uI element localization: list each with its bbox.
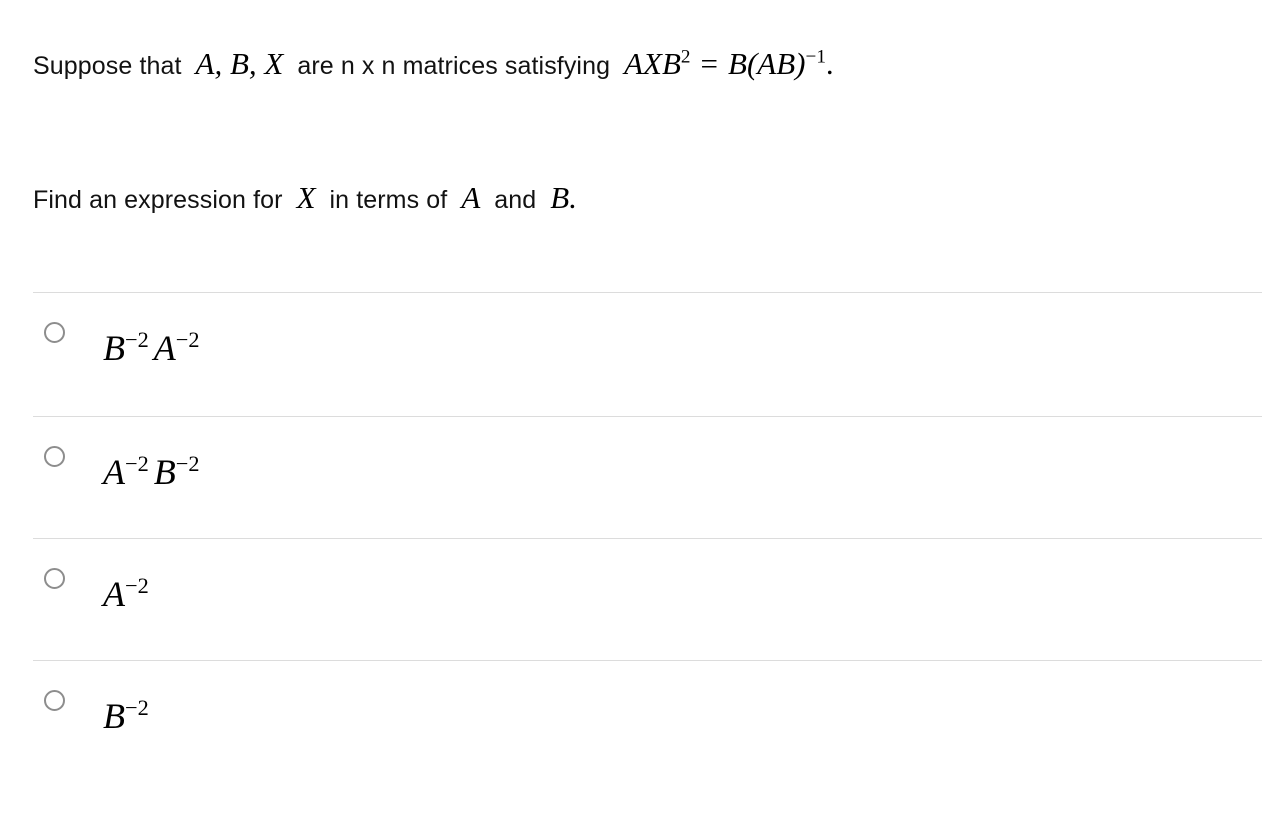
equation-lhs-base: AXB xyxy=(624,46,681,81)
stem-math-variables: A, B, X xyxy=(195,46,284,81)
option-1-term-1-base: B xyxy=(103,328,125,368)
option-3-term-1-base: A xyxy=(103,574,125,614)
stem-text-matrices: are n x n matrices satisfying xyxy=(297,52,611,80)
stem-text-and: and xyxy=(494,186,537,214)
option-4-term-1-exponent: −2 xyxy=(125,695,149,720)
stem-text-suppose: Suppose that xyxy=(33,52,182,80)
option-1-term-1-exponent: −2 xyxy=(125,327,149,352)
answer-option-3[interactable]: A−2 xyxy=(33,539,1262,660)
answer-option-1-formula: B−2 A−2 xyxy=(103,328,200,368)
answer-option-1[interactable]: B−2 A−2 xyxy=(33,293,1262,416)
answer-options-list: B−2 A−2 A−2 B−2 A−2 B−2 xyxy=(33,292,1262,781)
option-2-term-2-exponent: −2 xyxy=(175,451,200,476)
option-2-term-2: B−2 xyxy=(154,452,200,492)
question-page: Suppose that A, B, X are n x n matrices sa… xyxy=(0,0,1288,818)
stem-math-a: A xyxy=(461,180,481,215)
stem-math-b: B. xyxy=(550,180,577,215)
equation-period: . xyxy=(825,46,834,81)
equation-lhs-exponent: 2 xyxy=(680,46,691,68)
option-2-term-1-exponent: −2 xyxy=(125,451,149,476)
option-2-term-2-base: B xyxy=(153,452,176,492)
radio-button-option-3[interactable] xyxy=(44,568,65,589)
answer-option-2[interactable]: A−2 B−2 xyxy=(33,417,1262,538)
radio-button-option-2[interactable] xyxy=(44,446,65,467)
equation-rhs-exponent: −1 xyxy=(805,46,826,68)
answer-option-3-formula: A−2 xyxy=(103,574,149,614)
stem-math-x: X xyxy=(296,180,316,215)
option-4-term-1: B−2 xyxy=(103,696,149,736)
option-3-term-1-exponent: −2 xyxy=(125,573,149,598)
stem-text-in-terms-of: in terms of xyxy=(329,186,448,214)
answer-option-4[interactable]: B−2 xyxy=(33,661,1262,781)
radio-button-option-1[interactable] xyxy=(44,322,65,343)
answer-option-4-formula: B−2 xyxy=(103,696,149,736)
equation-relation: = xyxy=(700,46,719,81)
option-4-term-1-base: B xyxy=(103,696,125,736)
option-1-term-2-base: A xyxy=(153,328,176,368)
option-2-term-1: A−2 xyxy=(103,452,149,492)
option-2-term-1-base: A xyxy=(103,452,125,492)
radio-button-option-4[interactable] xyxy=(44,690,65,711)
option-1-term-2-exponent: −2 xyxy=(175,327,200,352)
option-1-term-2: A−2 xyxy=(154,328,200,368)
question-statement-line-2: Find an expression for Xin terms of Aand B. xyxy=(33,180,1262,216)
stem-text-find: Find an expression for xyxy=(33,186,283,214)
stem-equation: AXB2 = B(AB)−1. xyxy=(624,46,834,81)
option-3-term-1: A−2 xyxy=(103,574,149,614)
option-1-term-1: B−2 xyxy=(103,328,149,368)
question-statement-line-1: Suppose that A, B, X are n x n matrices sa… xyxy=(33,46,1262,82)
answer-option-2-formula: A−2 B−2 xyxy=(103,452,200,492)
equation-rhs-prefix: B(AB) xyxy=(728,46,806,81)
